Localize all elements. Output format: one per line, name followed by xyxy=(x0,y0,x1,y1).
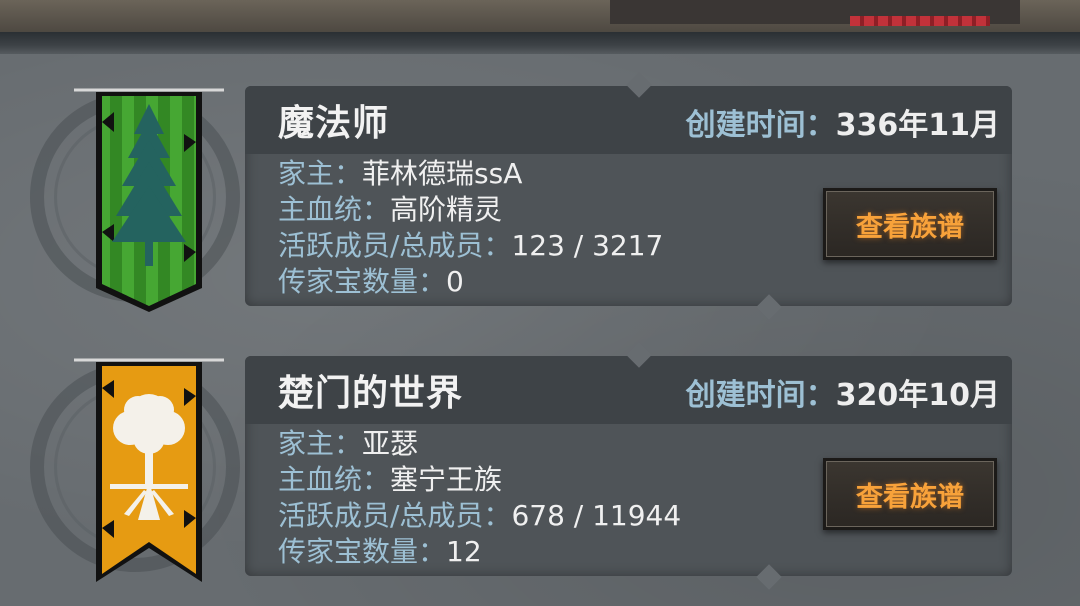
members-label: 活跃成员/总成员： xyxy=(278,499,512,532)
panel-notch xyxy=(756,564,782,590)
house-name: 楚门的世界 xyxy=(278,373,464,414)
members-row: 活跃成员/总成员：678 / 11944 xyxy=(278,498,681,534)
house-banner xyxy=(74,82,224,314)
view-family-tree-button[interactable]: 查看族谱 xyxy=(823,458,997,530)
founded-date: 创建时间：320年10月 xyxy=(686,370,1000,414)
bloodline-row: 主血统：塞宁王族 xyxy=(278,462,502,498)
house-head-label: 家主： xyxy=(278,157,363,190)
heirlooms-value: 12 xyxy=(446,535,482,568)
scene-red-trim xyxy=(850,16,990,26)
house-head-row: 家主：亚瑟 xyxy=(278,426,418,462)
house-banner xyxy=(74,352,224,584)
bloodline-label: 主血统： xyxy=(278,193,391,226)
house-head-label: 家主： xyxy=(278,427,363,460)
heirlooms-label: 传家宝数量： xyxy=(278,265,447,298)
bloodline-value: 塞宁王族 xyxy=(390,463,503,496)
members-row: 活跃成员/总成员：123 / 3217 xyxy=(278,228,663,264)
bloodline-label: 主血统： xyxy=(278,463,391,496)
bloodline-row: 主血统：高阶精灵 xyxy=(278,192,502,228)
background-scene xyxy=(0,0,1080,34)
view-family-tree-button[interactable]: 查看族谱 xyxy=(823,188,997,260)
members-value: 123 / 3217 xyxy=(511,229,664,262)
list-top-border xyxy=(0,32,1080,54)
house-name: 魔法师 xyxy=(278,103,390,144)
heirlooms-value: 0 xyxy=(446,265,464,298)
founded-label: 创建时间： xyxy=(685,108,836,143)
founded-value: 320年10月 xyxy=(835,378,1000,413)
members-label: 活跃成员/总成员： xyxy=(278,229,512,262)
bloodline-value: 高阶精灵 xyxy=(390,193,503,226)
house-card: 魔法师 创建时间：336年11月 家主：菲林德瑞ssA 主血统：高阶精灵 活跃成… xyxy=(30,72,1020,322)
heirlooms-row: 传家宝数量：0 xyxy=(278,264,464,300)
founded-value: 336年11月 xyxy=(835,108,1000,143)
members-value: 678 / 11944 xyxy=(511,499,682,532)
founded-date: 创建时间：336年11月 xyxy=(686,100,1000,144)
heirlooms-row: 传家宝数量：12 xyxy=(278,534,482,570)
house-head-value: 菲林德瑞ssA xyxy=(362,157,523,190)
heirlooms-label: 传家宝数量： xyxy=(278,535,447,568)
founded-label: 创建时间： xyxy=(685,378,836,413)
house-head-row: 家主：菲林德瑞ssA xyxy=(278,156,522,192)
house-card: 楚门的世界 创建时间：320年10月 家主：亚瑟 主血统：塞宁王族 活跃成员/总… xyxy=(30,342,1020,592)
house-head-value: 亚瑟 xyxy=(362,427,419,460)
panel-notch xyxy=(756,294,782,320)
